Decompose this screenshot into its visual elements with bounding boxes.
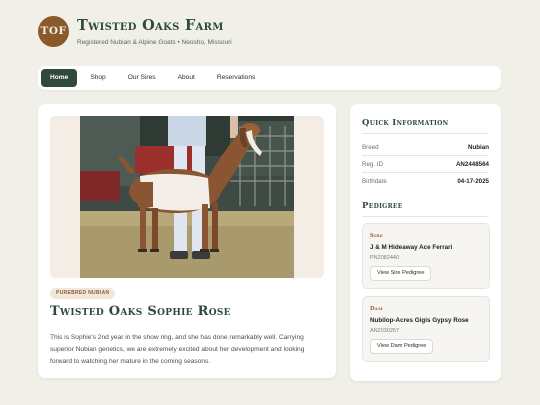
nav-home[interactable]: Home bbox=[41, 69, 78, 87]
divider bbox=[362, 155, 489, 156]
breed-badge: PUREBRED NUBIAN bbox=[50, 288, 116, 299]
divider bbox=[362, 133, 489, 134]
logo-text: TOF bbox=[40, 25, 67, 37]
sire-card: Sire J & M Hideaway Ace Ferrari PN208244… bbox=[362, 223, 490, 289]
farm-logo[interactable]: TOF bbox=[38, 15, 69, 47]
goat-info-sidebar: Quick Information Breed Nubian Reg. ID A… bbox=[350, 104, 501, 381]
site-header: TOF Twisted Oaks Farm Registered Nubian … bbox=[38, 14, 232, 48]
sire-name: J & M Hideaway Ace Ferrari bbox=[370, 244, 453, 251]
brand-block: Twisted Oaks Farm Registered Nubian & Al… bbox=[77, 17, 232, 46]
view-dam-pedigree-button[interactable]: View Dam Pedigree bbox=[370, 339, 434, 354]
dam-reg-id: AN2030257 bbox=[370, 328, 400, 334]
info-row-breed: Breed Nubian bbox=[362, 144, 489, 151]
pedigree-title: Pedigree bbox=[362, 201, 403, 211]
site-title[interactable]: Twisted Oaks Farm bbox=[77, 17, 232, 34]
divider bbox=[362, 216, 489, 217]
dam-label: Dam bbox=[370, 306, 383, 312]
goat-profile-card: PUREBRED NUBIAN Twisted Oaks Sophie Rose… bbox=[38, 104, 336, 378]
sire-reg-id: PN2082440 bbox=[370, 255, 400, 261]
main-nav: Home Shop Our Sires About Reservations bbox=[38, 66, 501, 90]
info-label: Birthdate bbox=[362, 178, 387, 185]
divider bbox=[362, 172, 489, 173]
goat-name: Twisted Oaks Sophie Rose bbox=[50, 304, 231, 319]
info-value: 04-17-2025 bbox=[457, 178, 489, 185]
sire-label: Sire bbox=[370, 233, 384, 239]
info-value: AN2448564 bbox=[455, 161, 489, 168]
goat-photo bbox=[50, 116, 324, 278]
info-value: Nubian bbox=[468, 144, 489, 151]
info-row-reg-id: Reg. ID AN2448564 bbox=[362, 161, 489, 168]
nav-reservations[interactable]: Reservations bbox=[208, 69, 264, 87]
view-sire-pedigree-button[interactable]: View Sire Pedigree bbox=[370, 266, 432, 281]
site-subtitle: Registered Nubian & Alpine Goats • Neosh… bbox=[77, 38, 232, 46]
nav-about[interactable]: About bbox=[169, 69, 204, 87]
goat-description: This is Sophie's 2nd year in the show ri… bbox=[50, 334, 305, 365]
nav-shop[interactable]: Shop bbox=[81, 69, 114, 87]
quick-info-title: Quick Information bbox=[362, 118, 449, 128]
info-label: Breed bbox=[362, 144, 379, 151]
nav-our-sires[interactable]: Our Sires bbox=[119, 69, 165, 87]
goat-photo-image bbox=[80, 116, 294, 278]
dam-card: Dam Nubilop-Acres Gigis Gypsy Rose AN203… bbox=[362, 296, 490, 362]
info-label: Reg. ID bbox=[362, 161, 383, 168]
dam-name: Nubilop-Acres Gigis Gypsy Rose bbox=[370, 317, 469, 324]
info-row-birthdate: Birthdate 04-17-2025 bbox=[362, 178, 489, 185]
